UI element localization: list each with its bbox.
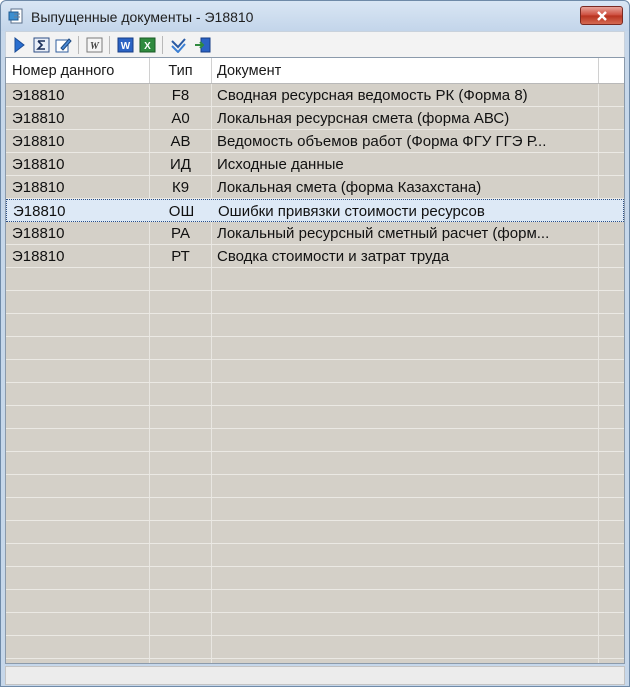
edit-icon xyxy=(55,38,72,53)
empty-row[interactable] xyxy=(6,291,624,314)
close-button[interactable] xyxy=(580,6,623,25)
empty-row[interactable] xyxy=(6,452,624,475)
export-button[interactable] xyxy=(192,35,212,55)
empty-row[interactable] xyxy=(6,498,624,521)
table-row[interactable]: Э18810 К9 Локальная смета (форма Казахстан… xyxy=(6,176,624,199)
cell-type: ОШ xyxy=(168,203,195,220)
empty-row[interactable] xyxy=(6,337,624,360)
cell-type: РА xyxy=(170,225,190,242)
word-button[interactable]: W xyxy=(115,35,135,55)
table-row[interactable]: Э18810 РА Локальный ресурсный сметный расч… xyxy=(6,222,624,245)
cell-type: К9 xyxy=(171,179,190,196)
table-row[interactable]: Э18810 РТ Сводка стоимости и затрат труда xyxy=(6,245,624,268)
cell-document: Сводная ресурсная ведомость РК (Форма 8) xyxy=(217,87,528,104)
run-icon xyxy=(14,37,25,53)
cell-number: Э18810 xyxy=(12,133,65,150)
empty-row[interactable] xyxy=(6,590,624,613)
status-bar xyxy=(5,666,625,685)
edit-button[interactable] xyxy=(53,35,73,55)
table-row[interactable]: Э18810 F8 Сводная ресурсная ведомость РК (… xyxy=(6,84,624,107)
cell-document: Ошибки привязки стоимости ресурсов xyxy=(218,203,485,220)
wordpad-icon: W xyxy=(86,37,102,53)
close-icon xyxy=(596,10,607,21)
cell-type: А0 xyxy=(171,110,190,127)
cell-number: Э18810 xyxy=(12,179,65,196)
empty-row[interactable] xyxy=(6,521,624,544)
table-header: Номер данного Тип Документ xyxy=(6,58,624,84)
empty-row[interactable] xyxy=(6,429,624,452)
word-icon: W xyxy=(117,37,133,53)
table-row[interactable]: Э18810 ИД Исходные данные xyxy=(6,153,624,176)
column-header-type[interactable]: Тип xyxy=(150,58,212,83)
empty-row[interactable] xyxy=(6,613,624,636)
cell-type: F8 xyxy=(171,87,190,104)
cell-number: Э18810 xyxy=(12,110,65,127)
cell-document: Сводка стоимости и затрат труда xyxy=(217,248,450,265)
empty-row[interactable] xyxy=(6,314,624,337)
cell-number: Э18810 xyxy=(12,87,65,104)
documents-window: Выпущенные документы - Э18810 W W X Номе… xyxy=(0,0,630,687)
empty-row[interactable] xyxy=(6,544,624,567)
window-title: Выпущенные документы - Э18810 xyxy=(31,9,254,25)
cell-type: РТ xyxy=(171,248,190,265)
sum-button[interactable] xyxy=(31,35,51,55)
check-button[interactable] xyxy=(168,35,188,55)
cell-type: ИД xyxy=(170,156,191,173)
column-header-document[interactable]: Документ xyxy=(212,58,599,83)
cell-document: Локальная ресурсная смета (форма АВС) xyxy=(217,110,510,127)
excel-icon: X xyxy=(139,37,155,53)
table-row[interactable]: Э18810 А0 Локальная ресурсная смета (форма… xyxy=(6,107,624,130)
documents-table: Номер данного Тип Документ Э18810 F8 Сводн… xyxy=(5,57,625,664)
cell-document: Локальная смета (форма Казахстана) xyxy=(217,179,482,196)
empty-row[interactable] xyxy=(6,567,624,590)
empty-row[interactable] xyxy=(6,268,624,291)
wordpad-button[interactable]: W xyxy=(84,35,104,55)
export-icon xyxy=(194,37,210,53)
title-bar[interactable]: Выпущенные документы - Э18810 xyxy=(1,1,629,31)
table-row[interactable]: Э18810 АВ Ведомость объемов работ (Форма Ф… xyxy=(6,130,624,153)
empty-row[interactable] xyxy=(6,636,624,659)
run-button[interactable] xyxy=(9,35,29,55)
cell-number: Э18810 xyxy=(12,248,65,265)
table-body: Э18810 F8 Сводная ресурсная ведомость РК (… xyxy=(6,84,624,663)
empty-row[interactable] xyxy=(6,406,624,429)
excel-button[interactable]: X xyxy=(137,35,157,55)
empty-row[interactable] xyxy=(6,383,624,406)
empty-row[interactable] xyxy=(6,475,624,498)
cell-number: Э18810 xyxy=(12,225,65,242)
check-icon xyxy=(170,38,186,53)
svg-text:X: X xyxy=(144,41,151,52)
table-row[interactable]: Э18810 ОШ Ошибки привязки стоимости ресурс… xyxy=(6,199,624,222)
cell-document: Ведомость объемов работ (Форма ФГУ ГГЭ Р… xyxy=(217,133,547,150)
cell-type: АВ xyxy=(170,133,191,150)
column-header-number[interactable]: Номер данного xyxy=(6,58,150,83)
toolbar: W W X xyxy=(5,31,625,57)
cell-document: Исходные данные xyxy=(217,156,344,173)
cell-document: Локальный ресурсный сметный расчет (форм… xyxy=(217,225,550,242)
svg-text:W: W xyxy=(90,41,100,52)
cell-number: Э18810 xyxy=(13,203,66,220)
svg-text:W: W xyxy=(120,41,130,52)
cell-number: Э18810 xyxy=(12,156,65,173)
sum-icon xyxy=(33,37,49,53)
app-icon xyxy=(8,8,25,25)
empty-row[interactable] xyxy=(6,360,624,383)
